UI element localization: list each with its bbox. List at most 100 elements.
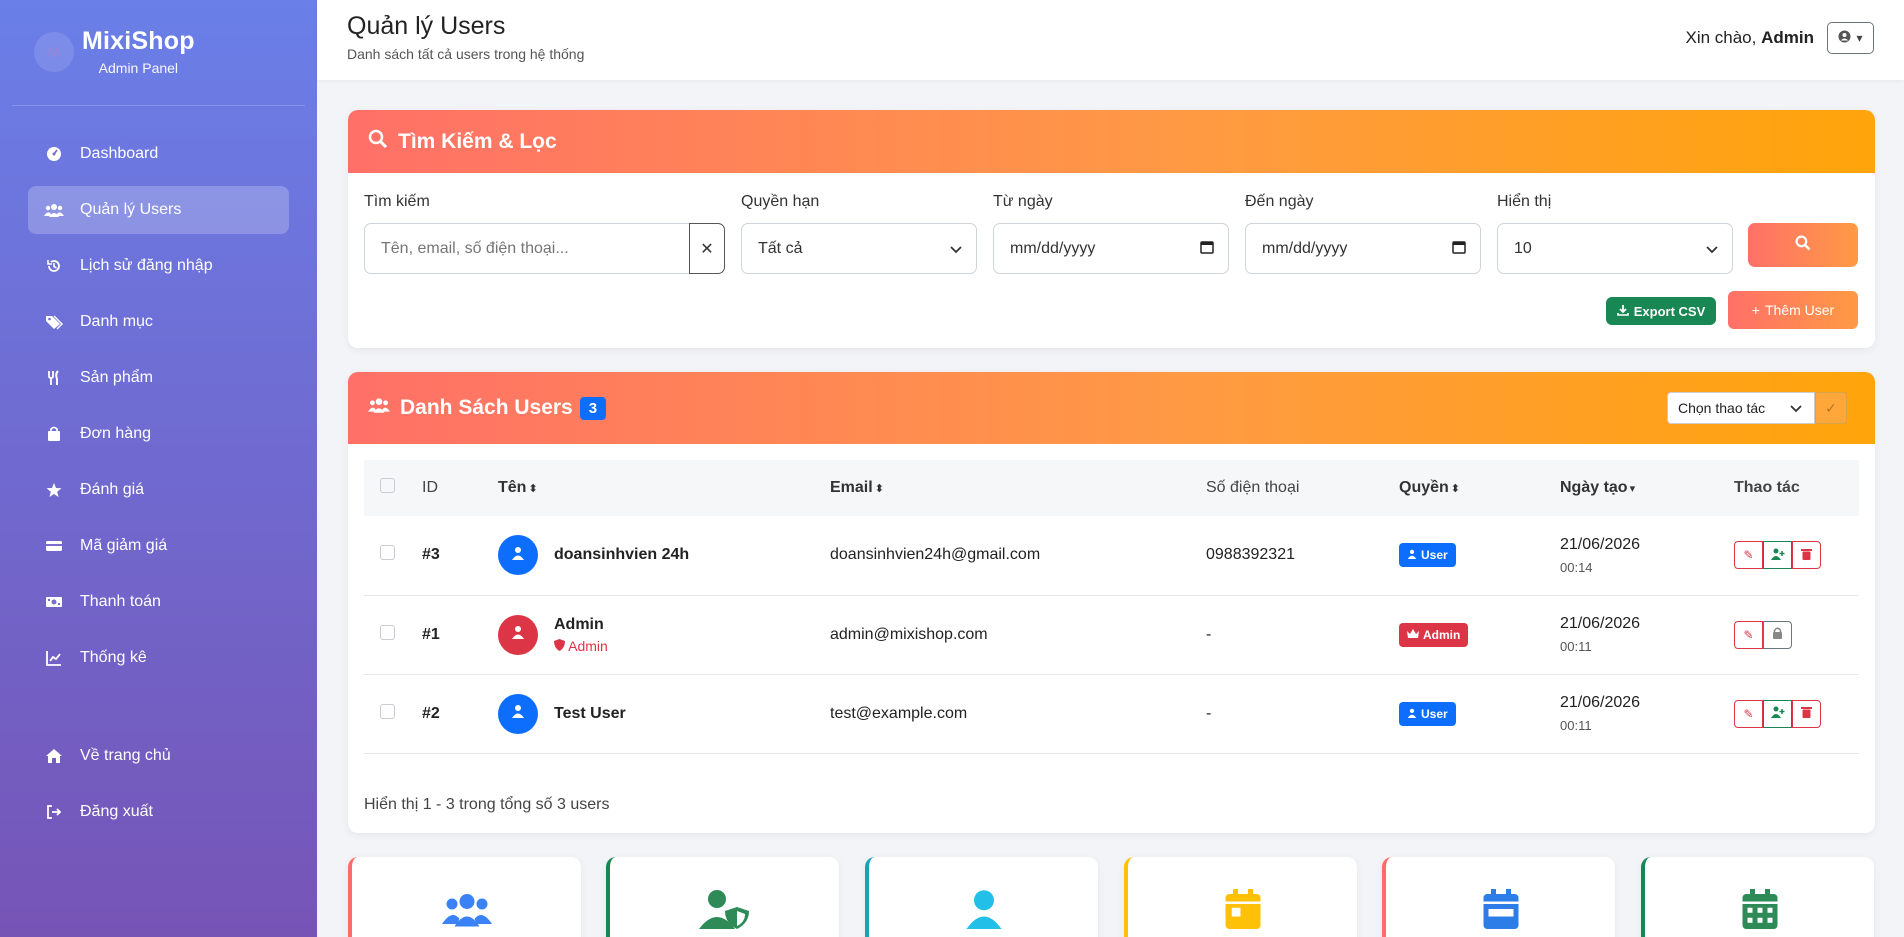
user-name: Test User [554, 704, 626, 722]
home-icon [42, 748, 66, 764]
user-phone: 0988392321 [1206, 546, 1295, 564]
search-input[interactable] [364, 223, 690, 274]
sort-icon: ⬍ [1450, 483, 1461, 495]
sidebar-item-logout[interactable]: Đăng xuất [28, 788, 289, 836]
plus-icon: + [1751, 302, 1760, 318]
edit-button[interactable]: ✎ [1734, 541, 1763, 570]
edit-button[interactable]: ✎ [1734, 699, 1763, 728]
locked-button[interactable] [1763, 620, 1792, 649]
table-header-row: ID Tên ⬍ Email ⬍ Số điện thoại Quyền ⬍ Ngày… [364, 460, 1859, 516]
avatar [498, 535, 538, 576]
history-icon [42, 258, 66, 274]
user-phone: - [1206, 625, 1212, 643]
column-email[interactable]: Email ⬍ [830, 460, 1206, 516]
user-circle-icon [1838, 30, 1851, 46]
add-user-button[interactable]: + Thêm User [1728, 291, 1858, 329]
sidebar-item-reviews[interactable]: Đánh giá [28, 466, 289, 514]
sidebar-item-users[interactable]: Quản lý Users [28, 186, 289, 234]
sidebar-item-label: Thanh toán [80, 593, 161, 610]
sidebar-item-orders[interactable]: Đơn hàng [28, 410, 289, 458]
avatar [498, 693, 538, 734]
calendar-day-icon [1225, 889, 1261, 937]
sidebar-item-statistics[interactable]: Thống kê [28, 634, 289, 682]
sidebar-item-dashboard[interactable]: Dashboard [28, 130, 289, 178]
calendar-icon [1452, 240, 1466, 257]
sidebar-item-label: Đánh giá [80, 481, 145, 498]
calendar-week-icon [1483, 889, 1519, 937]
user-id: #3 [422, 546, 440, 564]
avatar [498, 614, 538, 655]
sidebar-item-label: Danh mục [80, 313, 153, 330]
row-checkbox[interactable] [380, 703, 395, 719]
user-menu-button[interactable]: ▾ [1827, 22, 1874, 54]
search-icon [368, 129, 388, 155]
users-icon [42, 202, 66, 218]
from-date-label: Từ ngày [993, 193, 1053, 210]
user-list-header: Danh Sách Users 3 Chọn thao tác ✓ [348, 372, 1875, 444]
stat-card-admins [606, 857, 839, 937]
role-select[interactable]: Tất cả [741, 223, 977, 274]
chart-icon [42, 650, 66, 666]
column-id: ID [422, 479, 438, 496]
role-badge: User [1399, 701, 1456, 726]
user-email: test@example.com [830, 704, 968, 722]
sidebar-item-home[interactable]: Về trang chủ [28, 732, 289, 780]
bulk-apply-button[interactable]: ✓ [1815, 392, 1847, 424]
sidebar-item-products[interactable]: Sản phẩm [28, 354, 289, 402]
download-icon [1616, 304, 1629, 319]
sidebar-item-categories[interactable]: Danh mục [28, 298, 289, 346]
user-shield-icon [698, 889, 751, 937]
logout-icon [42, 804, 66, 820]
sidebar-item-payments[interactable]: Thanh toán [28, 578, 289, 626]
page-size-select[interactable]: 10 [1497, 223, 1733, 274]
from-date-input[interactable]: mm/dd/yyyy [993, 223, 1229, 274]
sidebar-item-login-history[interactable]: Lịch sử đăng nhập [28, 242, 289, 290]
crown-icon [1407, 628, 1419, 642]
sidebar-item-label: Sản phẩm [80, 369, 153, 386]
trash-icon [1801, 706, 1812, 721]
row-checkbox[interactable] [380, 624, 395, 640]
shopping-bag-icon [42, 426, 66, 442]
user-list-card: Danh Sách Users 3 Chọn thao tác ✓ ID Tên… [348, 372, 1875, 833]
search-card-title: Tìm Kiếm & Lọc [398, 129, 557, 153]
row-checkbox[interactable] [380, 545, 395, 561]
edit-button[interactable]: ✎ [1734, 620, 1763, 649]
column-created[interactable]: Ngày tạo ▾ [1560, 460, 1734, 516]
stat-card-this-week [1382, 857, 1615, 937]
page-subtitle: Danh sách tất cả users trong hệ thống [347, 46, 585, 62]
sidebar-nav: Dashboard Quản lý Users Lịch sử đăng nhậ… [0, 130, 317, 836]
user-plus-icon [1770, 548, 1785, 563]
user-icon [966, 889, 1002, 937]
promote-button[interactable] [1763, 699, 1792, 728]
search-button[interactable] [1748, 223, 1858, 267]
user-icon [511, 546, 525, 565]
user-icon [511, 625, 525, 644]
column-name[interactable]: Tên ⬍ [498, 460, 830, 516]
promote-button[interactable] [1763, 541, 1792, 570]
users-icon [441, 889, 492, 937]
delete-button[interactable] [1792, 699, 1821, 728]
shield-icon [554, 638, 565, 654]
users-icon [368, 396, 390, 420]
table-row: #3 doansinhvien 24h doansinhvien24h@gmai… [364, 516, 1859, 595]
utensils-icon [42, 370, 66, 386]
bulk-action-select[interactable]: Chọn thao tác [1667, 392, 1815, 424]
edit-icon: ✎ [1743, 706, 1754, 721]
clear-search-button[interactable]: ✕ [689, 223, 725, 274]
select-all-checkbox[interactable] [380, 478, 395, 493]
export-csv-button[interactable]: Export CSV [1606, 297, 1716, 325]
edit-icon: ✎ [1743, 548, 1754, 563]
topbar: Quản lý Users Danh sách tất cả users tro… [317, 0, 1904, 80]
column-actions: Thao tác [1734, 479, 1800, 496]
column-role[interactable]: Quyền ⬍ [1399, 460, 1560, 516]
page-size-label: Hiển thị [1497, 193, 1552, 210]
calendar-alt-icon [1742, 889, 1778, 937]
created-date: 21/06/2026 [1560, 615, 1641, 632]
to-date-input[interactable]: mm/dd/yyyy [1245, 223, 1481, 274]
search-filter-card: Tìm Kiếm & Lọc Tìm kiếm ✕ Quyền hạn Tất … [348, 110, 1875, 348]
search-card-header: Tìm Kiếm & Lọc [348, 110, 1875, 173]
delete-button[interactable] [1792, 541, 1821, 570]
created-date: 21/06/2026 [1560, 535, 1641, 553]
trash-icon [1801, 548, 1812, 563]
sidebar-item-coupons[interactable]: Mã giảm giá [28, 522, 289, 570]
